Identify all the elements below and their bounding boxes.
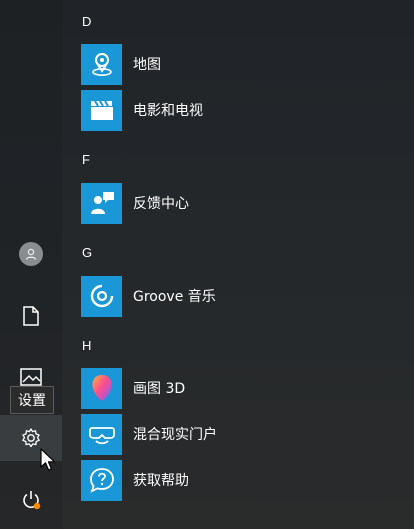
help-question-icon (89, 468, 114, 493)
settings-tooltip: 设置 (10, 386, 54, 414)
power-icon (23, 491, 41, 510)
section-header-f[interactable]: F (82, 152, 90, 167)
section-header-g[interactable]: G (82, 245, 92, 260)
power-button[interactable] (0, 477, 62, 523)
section-header-h[interactable]: H (82, 338, 91, 353)
maps-tile (81, 43, 122, 85)
app-item-feedback-hub[interactable]: 反馈中心 (81, 182, 414, 224)
clapperboard-icon (90, 100, 113, 120)
app-label-movies-tv: 电影和电视 (133, 103, 203, 119)
feedback-person-icon (90, 192, 114, 214)
paint-3d-tile (81, 367, 122, 409)
gear-icon (22, 428, 40, 448)
document-icon (23, 306, 39, 326)
movies-tv-tile (81, 89, 122, 131)
documents-button[interactable] (0, 293, 62, 339)
groove-disc-icon (90, 284, 113, 308)
paint3d-icon (91, 375, 112, 401)
user-account-button[interactable] (0, 231, 62, 277)
app-label-mixed-reality-portal: 混合现实门户 (133, 427, 217, 443)
app-item-groove-music[interactable]: Groove 音乐 (81, 275, 414, 317)
mr-headset-icon (88, 427, 115, 445)
feedback-hub-tile (81, 182, 122, 224)
map-pin-icon (91, 53, 112, 76)
app-label-maps: 地图 (133, 57, 161, 73)
mouse-cursor-icon (40, 448, 56, 471)
notification-dot (33, 502, 41, 510)
app-item-get-help[interactable]: 获取帮助 (81, 459, 414, 501)
app-label-groove-music: Groove 音乐 (133, 289, 216, 305)
app-item-maps[interactable]: 地图 (81, 43, 414, 85)
app-label-paint-3d: 画图 3D (133, 381, 186, 397)
get-help-tile (81, 459, 122, 501)
user-avatar-icon (19, 242, 43, 266)
app-item-mixed-reality-portal[interactable]: 混合现实门户 (81, 413, 414, 455)
section-header-d[interactable]: D (82, 14, 91, 29)
pictures-icon (20, 368, 42, 386)
app-label-feedback-hub: 反馈中心 (133, 196, 189, 212)
app-item-movies-tv[interactable]: 电影和电视 (81, 89, 414, 131)
app-item-paint-3d[interactable]: 画图 3D (81, 367, 414, 409)
groove-music-tile (81, 275, 122, 317)
app-label-get-help: 获取帮助 (133, 473, 189, 489)
mixed-reality-tile (81, 413, 122, 455)
